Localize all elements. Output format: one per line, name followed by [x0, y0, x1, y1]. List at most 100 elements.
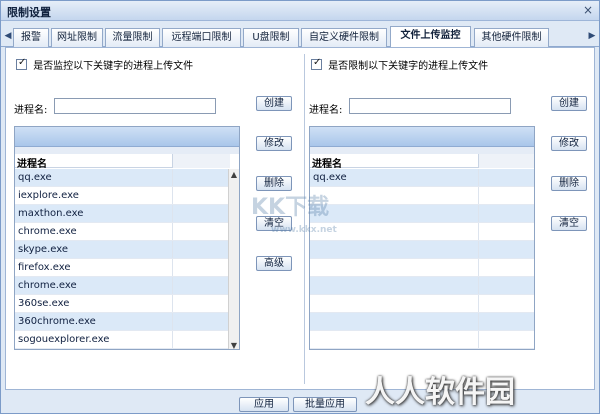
- tab-custom-hardware-limit[interactable]: 自定义硬件限制: [301, 28, 387, 47]
- list-item[interactable]: chrome.exe: [15, 223, 230, 241]
- list-item[interactable]: [310, 223, 534, 241]
- list-item[interactable]: qq.exe: [310, 169, 534, 187]
- tab-content: ✓ 是否监控以下关键字的进程上传文件 进程名: 进程名 qq.exe iexpl…: [5, 47, 595, 390]
- close-icon[interactable]: ×: [581, 4, 595, 18]
- list-gap: [310, 147, 534, 154]
- list-item[interactable]: [310, 277, 534, 295]
- scroll-up-icon[interactable]: ▲: [229, 169, 239, 180]
- list-item[interactable]: sogouexplorer.exe: [15, 331, 230, 349]
- list-item-extra: [478, 259, 534, 276]
- list-item-extra: [172, 205, 230, 222]
- list-item-extra: [172, 223, 230, 240]
- tab-scroll-left-icon[interactable]: ◀: [3, 29, 13, 43]
- column-header-blank: [478, 154, 534, 168]
- restrict-checkbox-label: 是否限制以下关键字的进程上传文件: [328, 61, 489, 72]
- list-item-label: 360se.exe: [18, 298, 70, 309]
- list-item[interactable]: [310, 259, 534, 277]
- list-item-extra: [172, 277, 230, 294]
- list-item[interactable]: 360se.exe: [15, 295, 230, 313]
- settings-window: 限制设置 × ◀ 报警 网址限制 流量限制 远程端口限制 U盘限制 自定义硬件限…: [0, 0, 600, 414]
- clear-button[interactable]: 清空: [551, 216, 587, 231]
- column-header-process-name: 进程名: [312, 159, 342, 170]
- list-item[interactable]: [310, 331, 534, 349]
- list-item[interactable]: [310, 241, 534, 259]
- list-item[interactable]: qq.exe: [15, 169, 230, 187]
- tab-alarm[interactable]: 报警: [13, 28, 49, 47]
- list-item[interactable]: [310, 313, 534, 331]
- list-item-extra: [172, 313, 230, 330]
- checkmark-icon: ✓: [313, 57, 322, 68]
- list-item[interactable]: chrome.exe: [15, 277, 230, 295]
- list-item-label: skype.exe: [18, 244, 68, 255]
- list-item[interactable]: skype.exe: [15, 241, 230, 259]
- list-item-label: chrome.exe: [18, 280, 77, 291]
- tab-traffic-limit[interactable]: 流量限制: [105, 28, 160, 47]
- tab-url-limit[interactable]: 网址限制: [51, 28, 103, 47]
- list-item-extra: [478, 223, 534, 240]
- list-item-label: maxthon.exe: [18, 208, 84, 219]
- tab-bar: ◀ 报警 网址限制 流量限制 远程端口限制 U盘限制 自定义硬件限制 文件上传监…: [1, 25, 599, 48]
- monitor-checkbox-row[interactable]: ✓ 是否监控以下关键字的进程上传文件: [16, 57, 194, 72]
- list-item-label: chrome.exe: [18, 226, 77, 237]
- tab-file-upload-monitor[interactable]: 文件上传监控: [390, 26, 471, 48]
- list-top-band: [310, 127, 534, 147]
- list-header: 进程名: [15, 154, 230, 170]
- list-item-extra: [172, 331, 230, 348]
- list-item-extra: [478, 205, 534, 222]
- tab-scroll-right-icon[interactable]: ▶: [587, 29, 597, 43]
- list-item[interactable]: [310, 295, 534, 313]
- delete-button[interactable]: 删除: [551, 176, 587, 191]
- tab-usb-limit[interactable]: U盘限制: [243, 28, 299, 47]
- list-item[interactable]: 360chrome.exe: [15, 313, 230, 331]
- monitor-panel: ✓ 是否监控以下关键字的进程上传文件 进程名: 进程名 qq.exe iexpl…: [10, 54, 296, 384]
- list-item-label: firefox.exe: [18, 262, 71, 273]
- restrict-panel: ✓ 是否限制以下关键字的进程上传文件 进程名: 进程名 qq.exe 创建 修改…: [304, 54, 590, 384]
- create-button[interactable]: 创建: [256, 96, 292, 111]
- monitor-checkbox[interactable]: ✓: [16, 57, 27, 70]
- list-item[interactable]: iexplore.exe: [15, 187, 230, 205]
- create-button[interactable]: 创建: [551, 96, 587, 111]
- list-item-label: qq.exe: [18, 172, 52, 183]
- restrict-checkbox[interactable]: ✓: [311, 57, 322, 70]
- list-item-extra: [478, 277, 534, 294]
- list-item-extra: [172, 295, 230, 312]
- restrict-checkbox-row[interactable]: ✓ 是否限制以下关键字的进程上传文件: [311, 57, 489, 72]
- window-title: 限制设置: [7, 6, 51, 19]
- list-gap: [15, 147, 239, 154]
- list-item[interactable]: [310, 205, 534, 223]
- process-list: 进程名 qq.exe: [309, 126, 535, 350]
- scroll-down-icon[interactable]: ▼: [229, 340, 239, 349]
- delete-button[interactable]: 删除: [256, 176, 292, 191]
- monitor-checkbox-label: 是否监控以下关键字的进程上传文件: [33, 61, 194, 72]
- list-scrollbar[interactable]: ▲ ▼: [228, 169, 239, 349]
- list-item-extra: [172, 169, 230, 186]
- modify-button[interactable]: 修改: [551, 136, 587, 151]
- tab-remote-port-limit[interactable]: 远程端口限制: [162, 28, 241, 47]
- list-rows: qq.exe iexplore.exe maxthon.exe chrome.e…: [15, 169, 230, 349]
- list-item-extra: [172, 259, 230, 276]
- list-item-label: sogouexplorer.exe: [18, 334, 110, 345]
- list-item-extra: [478, 241, 534, 258]
- modify-button[interactable]: 修改: [256, 136, 292, 151]
- list-item-label: qq.exe: [313, 172, 347, 183]
- list-item-extra: [478, 331, 534, 348]
- title-bar: 限制设置 ×: [1, 1, 599, 21]
- checkmark-icon: ✓: [18, 57, 27, 68]
- list-top-band: [15, 127, 239, 147]
- batch-apply-button[interactable]: 批量应用: [293, 397, 357, 412]
- column-header-blank: [172, 154, 230, 168]
- process-name-input[interactable]: [54, 98, 216, 114]
- list-item-extra: [172, 187, 230, 204]
- clear-button[interactable]: 清空: [256, 216, 292, 231]
- list-item-extra: [478, 169, 534, 186]
- tab-other-hardware-limit[interactable]: 其他硬件限制: [474, 28, 549, 47]
- process-name-input[interactable]: [349, 98, 511, 114]
- list-item[interactable]: [310, 187, 534, 205]
- advanced-button[interactable]: 高级: [256, 256, 292, 271]
- list-item[interactable]: maxthon.exe: [15, 205, 230, 223]
- list-item-extra: [172, 241, 230, 258]
- list-item[interactable]: firefox.exe: [15, 259, 230, 277]
- column-header-process-name: 进程名: [17, 159, 47, 170]
- process-list: 进程名 qq.exe iexplore.exe maxthon.exe chro…: [14, 126, 240, 350]
- apply-button[interactable]: 应用: [239, 397, 289, 412]
